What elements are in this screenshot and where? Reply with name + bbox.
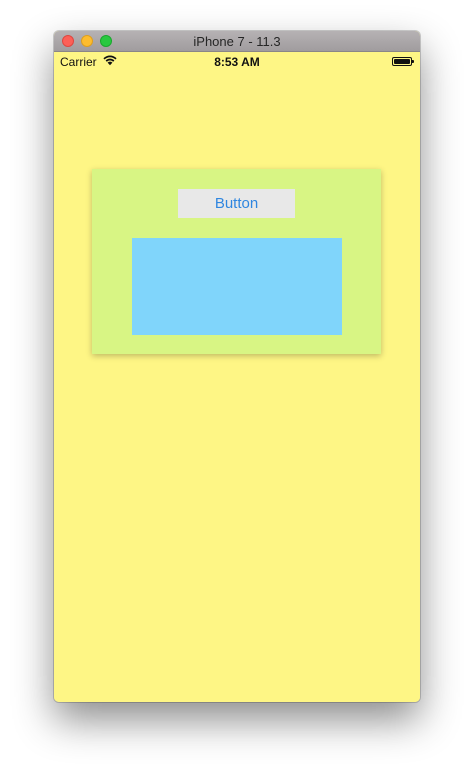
window-title: iPhone 7 - 11.3: [193, 34, 281, 49]
green-container-view: Button: [92, 169, 381, 354]
battery-level-fill: [394, 59, 410, 64]
status-time: 8:53 AM: [214, 55, 260, 69]
primary-button[interactable]: Button: [178, 189, 295, 218]
window-titlebar[interactable]: iPhone 7 - 11.3: [54, 31, 420, 52]
blue-view: [132, 238, 342, 335]
simulator-window: iPhone 7 - 11.3 Carrier 8:53 AM Button: [54, 31, 420, 702]
battery-icon: [392, 57, 414, 66]
status-bar: Carrier 8:53 AM: [54, 52, 420, 72]
device-screen: Carrier 8:53 AM Button: [54, 52, 420, 702]
